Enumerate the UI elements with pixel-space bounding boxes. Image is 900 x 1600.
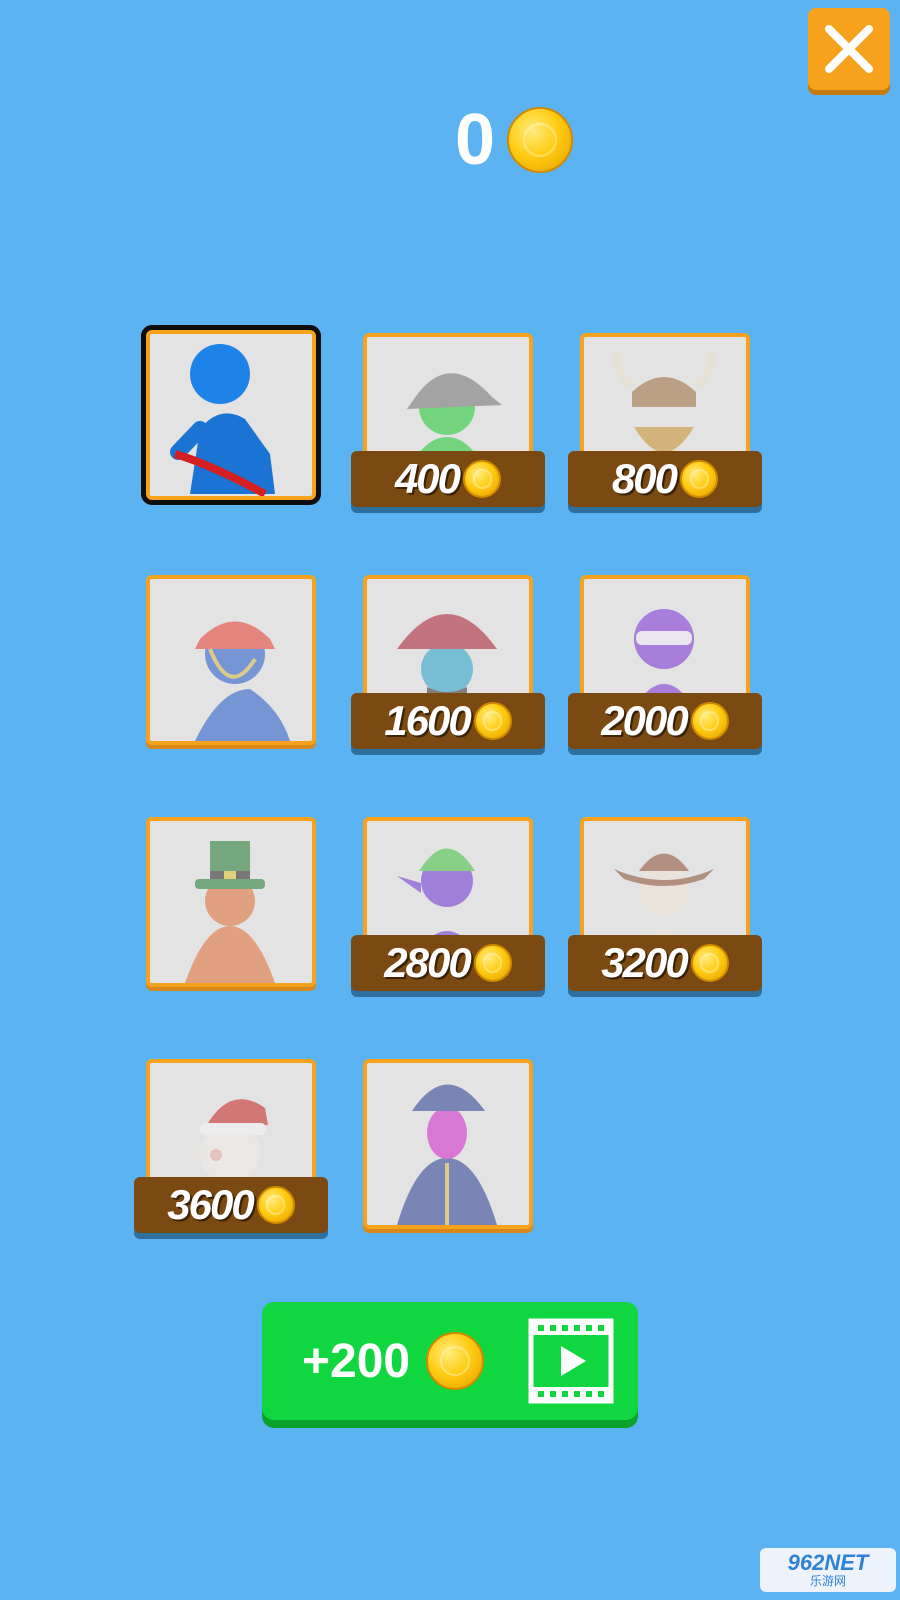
- coin-count: 0: [455, 100, 496, 180]
- price-tag[interactable]: 2800: [351, 935, 545, 991]
- coin-icon: [680, 460, 719, 498]
- coin-icon: [463, 460, 502, 498]
- skin-card-blue-stickman[interactable]: [141, 325, 321, 505]
- coin-icon: [690, 944, 729, 982]
- blue-stickman-character: [150, 334, 312, 496]
- skin-card-wizard[interactable]: [363, 1059, 533, 1229]
- price-label: 2800: [384, 939, 471, 986]
- skin-card-leprechaun[interactable]: [146, 817, 316, 987]
- price-tag[interactable]: 1600: [351, 693, 545, 749]
- price-tag[interactable]: 800: [568, 451, 762, 507]
- watermark-logo: 962NET 乐游网: [760, 1548, 896, 1592]
- coin-counter: 0: [455, 100, 574, 180]
- watch-ad-reward-button[interactable]: +200: [262, 1302, 638, 1420]
- price-label: 3600: [167, 1181, 254, 1228]
- leprechaun-character: [150, 821, 312, 983]
- skin-card-santa[interactable]: 3600: [134, 1059, 328, 1233]
- close-icon: [825, 25, 873, 73]
- video-play-icon: [528, 1318, 614, 1404]
- watermark-text: 962NET: [787, 1549, 869, 1575]
- reward-amount: +200: [302, 1334, 411, 1388]
- coin-icon: [507, 107, 574, 173]
- skin-card-cowboy[interactable]: 3200: [568, 817, 762, 991]
- skin-card-pirate-bandana[interactable]: [146, 575, 316, 745]
- watermark-subtext: 乐游网: [809, 1573, 846, 1588]
- coin-icon: [690, 702, 729, 740]
- coin-icon: [473, 702, 512, 740]
- price-label: 800: [611, 455, 678, 502]
- skin-card-firefighter[interactable]: 400: [351, 333, 545, 507]
- price-tag[interactable]: 2000: [568, 693, 762, 749]
- wizard-character: [367, 1063, 529, 1225]
- pirate-bandana-character: [150, 579, 312, 741]
- price-tag[interactable]: 400: [351, 451, 545, 507]
- price-label: 400: [394, 455, 461, 502]
- skin-card-pirate-captain[interactable]: 1600: [351, 575, 545, 749]
- price-label: 2000: [601, 697, 688, 744]
- skin-card-viking[interactable]: 800: [568, 333, 762, 507]
- skin-card-goblin[interactable]: 2800: [351, 817, 545, 991]
- price-label: 3200: [601, 939, 688, 986]
- price-label: 1600: [384, 697, 471, 744]
- close-button[interactable]: [808, 8, 890, 90]
- coin-icon: [256, 1186, 295, 1224]
- price-tag[interactable]: 3600: [134, 1177, 328, 1233]
- price-tag[interactable]: 3200: [568, 935, 762, 991]
- coin-icon: [473, 944, 512, 982]
- coin-icon: [426, 1332, 485, 1390]
- skin-card-ninja[interactable]: 2000: [568, 575, 762, 749]
